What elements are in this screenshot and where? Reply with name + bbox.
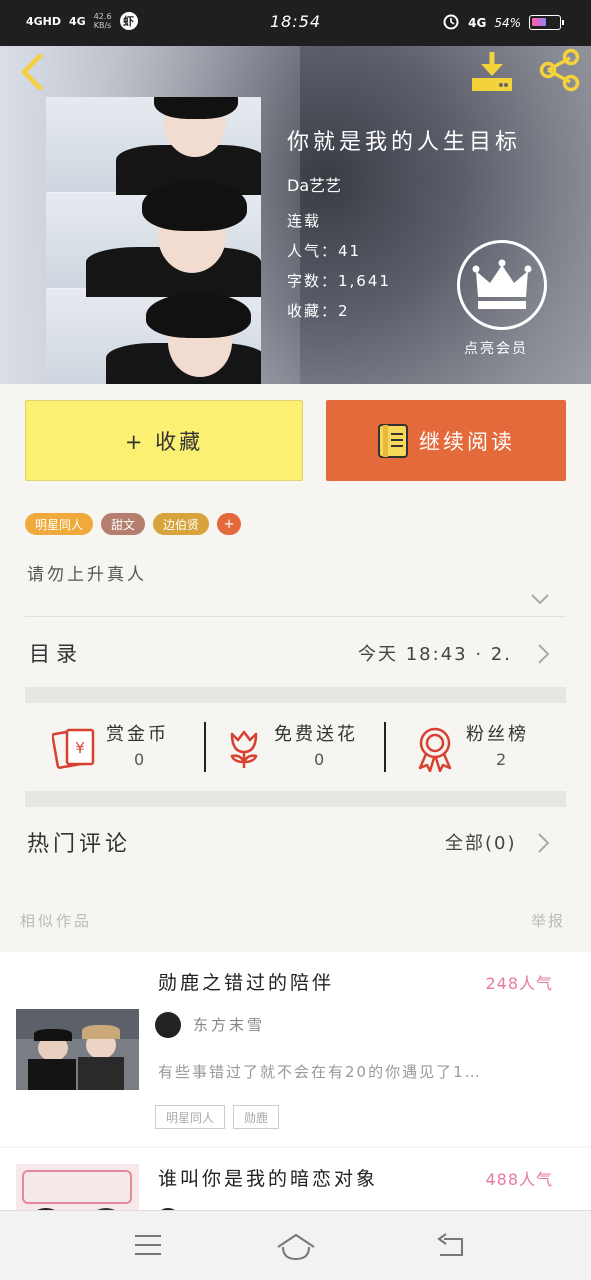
book-cover	[46, 97, 261, 384]
vip-button[interactable]	[457, 240, 547, 330]
book-description: 请勿上升真人	[27, 565, 147, 585]
book-title: 你就是我的人生目标	[287, 130, 522, 155]
stat-reward-coins[interactable]: ¥ 赏金币 0	[50, 720, 190, 776]
tag-list: 明星同人 甜文 边伯贤 +	[25, 513, 242, 535]
medal-icon	[418, 727, 452, 772]
report-link[interactable]: 举报	[531, 910, 565, 931]
work-popularity: 488人气	[485, 1170, 553, 1189]
download-icon[interactable]	[470, 50, 514, 92]
toc-latest-update[interactable]: 今天 18:43 · 2.	[358, 640, 523, 666]
add-tag-button[interactable]: +	[217, 513, 242, 535]
work-title[interactable]: 勋鹿之错过的陪伴	[158, 968, 334, 995]
stat-free-flowers[interactable]: 免费送花 0	[224, 720, 374, 776]
stat-label: 免费送花	[274, 724, 358, 745]
home-icon[interactable]	[276, 1233, 316, 1261]
crown-icon	[472, 259, 532, 309]
similar-work-card[interactable]: 勋鹿之错过的陪伴 248人气 东方末雪 有些事错过了就不会在有20的你遇见了1……	[0, 952, 591, 1146]
book-status: 连载	[287, 212, 322, 230]
alarm-icon	[442, 12, 460, 33]
divider	[384, 722, 386, 772]
hot-comments-label: 热门评论	[27, 832, 132, 857]
work-tags: 明星同人 勋鹿	[155, 1105, 280, 1129]
work-tag: 勋鹿	[233, 1105, 280, 1129]
divider	[204, 722, 206, 772]
status-bar: 4GHD 4G 42.6 KB/s 虾 18:54 4G 54%	[0, 0, 591, 46]
book-favorites: 收藏：2	[287, 302, 350, 320]
chevron-right-icon[interactable]	[536, 832, 550, 854]
similar-work-card[interactable]: 谁叫你是我的暗恋对象 488人气	[0, 1148, 591, 1210]
stat-value: 0	[314, 750, 325, 769]
divider	[25, 616, 566, 617]
collect-button[interactable]: + 收藏	[25, 400, 303, 481]
similar-works-heading: 相似作品	[20, 912, 93, 930]
stat-fan-ranking[interactable]: 粉丝榜 2	[414, 720, 554, 776]
book-word-count: 字数：1,641	[287, 272, 391, 290]
work-thumbnail	[16, 1009, 139, 1090]
red-envelope-icon: ¥	[52, 728, 95, 769]
flower-icon	[230, 730, 258, 768]
svg-text:¥: ¥	[75, 739, 85, 757]
work-popularity: 248人气	[485, 974, 553, 993]
book-popularity: 人气：41	[287, 242, 362, 260]
stat-label: 赏金币	[106, 724, 169, 745]
book-icon	[378, 423, 408, 458]
share-icon[interactable]	[536, 48, 582, 92]
section-separator	[25, 791, 566, 807]
work-thumbnail	[16, 1164, 139, 1210]
tag-item[interactable]: 甜文	[101, 513, 146, 535]
vip-label[interactable]: 点亮会员	[464, 338, 528, 358]
back-icon[interactable]	[16, 52, 46, 92]
work-title[interactable]: 谁叫你是我的暗恋对象	[158, 1164, 378, 1191]
system-nav-bar	[0, 1210, 591, 1280]
toc-label[interactable]: 目录	[29, 638, 83, 668]
section-separator	[25, 687, 566, 703]
tag-item[interactable]: 明星同人	[25, 513, 94, 535]
stat-label: 粉丝榜	[466, 724, 529, 745]
work-summary: 有些事错过了就不会在有20的你遇见了1…	[158, 1063, 482, 1081]
back-nav-icon[interactable]	[434, 1233, 466, 1259]
continue-reading-button[interactable]: 继续阅读	[326, 400, 566, 481]
stat-value: 0	[134, 750, 145, 769]
continue-reading-label: 继续阅读	[419, 429, 515, 454]
battery-percent: 54%	[494, 15, 521, 30]
all-comments-link[interactable]: 全部(0)	[445, 829, 517, 855]
book-author[interactable]: Da艺艺	[287, 172, 341, 196]
chevron-right-icon[interactable]	[536, 643, 550, 665]
tag-item[interactable]: 边伯贤	[153, 513, 210, 535]
network-label: 4G	[468, 15, 487, 30]
chevron-down-icon[interactable]	[530, 592, 550, 606]
work-tag: 明星同人	[155, 1105, 226, 1129]
battery-icon	[529, 15, 564, 30]
work-author: 东方末雪	[193, 1016, 266, 1034]
avatar	[155, 1012, 181, 1038]
menu-icon[interactable]	[134, 1233, 162, 1257]
stat-value: 2	[496, 750, 507, 769]
